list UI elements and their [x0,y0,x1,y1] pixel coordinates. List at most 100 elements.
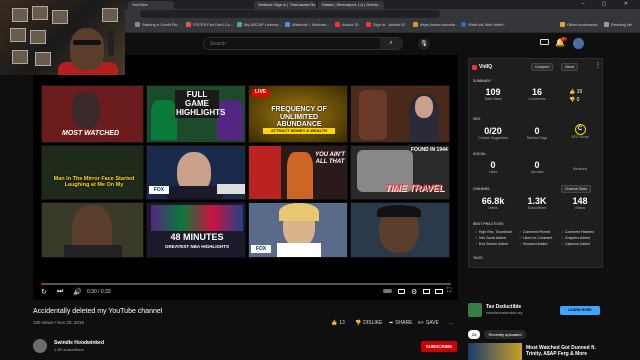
stat-likes: 👍 19 [569,89,583,95]
playlist-add-icon: ≡+ [418,320,424,326]
views-dropdown[interactable]: Views [561,63,579,71]
wall-frame [32,6,48,20]
section-label: BEST PRACTICES [473,222,504,226]
bookmark-item[interactable]: WebLink Web Interf... [461,22,506,27]
wall-frame [30,30,46,44]
microphone [108,30,114,56]
video-player[interactable]: MOST WATCHED FULL GAME HIGHLIGHTS LIVE F… [33,55,458,300]
wall-frame [52,10,68,24]
save-button[interactable]: ≡+ SAVE [418,320,439,326]
end-screen-thumbnail[interactable]: 48 MINUTES GREATEST NBA HIGHLIGHTS [146,202,246,258]
url-field[interactable] [140,10,440,18]
ad-card[interactable]: Tax Deductible swindlehoodwinked.org LEA… [468,300,603,320]
stat-ranked-tags: 0 Ranked Tags [526,126,548,140]
recommended-thumbnail[interactable] [468,343,522,360]
best-practice-item: ✓ Keyword Added [519,242,548,246]
browser-tab[interactable]: Webinar Sign in | Thomasina Ro... [254,1,316,9]
fullscreen-button[interactable]: ⛶ [447,288,451,295]
search-box: ⌕ [203,37,403,50]
bookmark-item[interactable]: Other bookmarks [560,22,598,27]
thumbnail-caption: 48 MINUTES [170,232,224,242]
thumbs-up-icon: 👍 [569,89,576,95]
create-video-button[interactable] [540,38,549,47]
bookmark-item[interactable]: FDCPA Fair Debt Co... [186,22,233,27]
search-input[interactable] [210,38,380,49]
next-button[interactable]: ⏭ [57,288,63,296]
chip-recently-uploaded[interactable]: Recently uploaded [484,330,526,339]
progress-bar[interactable] [41,283,451,285]
miniplayer-button[interactable] [423,289,430,296]
replay-button[interactable]: ↻ [41,288,47,296]
end-screen-thumbnail[interactable]: LIVE FREQUENCY OF UNLIMITED ABUNDANCE AT… [248,85,348,143]
captions-button[interactable] [398,289,405,296]
ad-thumbnail [468,303,482,317]
like-button[interactable]: 👍 13 [331,320,345,326]
gear-icon: ⚙ [411,289,418,296]
end-screen-thumbnail[interactable]: FOX [146,145,246,200]
stat-social-likes: 0 Likes [488,160,498,174]
voice-search-button[interactable]: 🎙 [418,38,430,50]
bookmark-item[interactable]: Webmail :: Welcom... [285,22,330,27]
more-actions-button[interactable]: ... [449,320,453,326]
best-practice-item: ✓ High Res. Thumbnail [475,230,512,234]
channel-avatar[interactable] [33,339,47,353]
more-icon: ... [449,320,454,326]
more-vertical-icon: ⋮ [595,63,601,69]
notifications-button[interactable]: 🔔 9+ [555,37,567,47]
settings-button[interactable]: ⚙ [411,288,417,296]
best-practice-item: ✓ Info Cards Added [475,236,506,240]
share-button[interactable]: ➦ SHARE [389,320,412,326]
stat-total-views: 109 Total Views [484,87,502,101]
bookmark-item[interactable]: Starting a Credit Re... [135,22,180,27]
miniplayer-icon [423,289,430,294]
video-camera-icon [540,39,549,45]
thumbnail-caption: TIME TRAVEL [385,183,445,193]
stat-channel-videos: 148 Videos [572,196,588,210]
bookmark-item[interactable]: My ASCAP License... [237,22,282,27]
thumbnail-caption: Man In The Mirror Face Started Laughing … [53,176,135,189]
search-button[interactable]: ⌕ [380,38,402,49]
subscribe-button[interactable]: SUBSCRIBE [421,341,457,352]
chip-all[interactable]: All [468,330,481,339]
channel-stats-button[interactable]: Channel Stats [561,185,591,193]
thumbnail-subcaption: GREATEST NBA HIGHLIGHTS [165,244,229,249]
end-screen-thumbnail[interactable] [41,202,144,258]
stat-comments: 16 Comments [528,87,546,101]
youtube-header: ⌕ 🎙 🔔 9+ [125,33,640,55]
compare-button[interactable]: Compare [531,63,554,71]
volume-button[interactable]: 🔊 [73,288,82,296]
bookmark-item[interactable]: Sign in - Adobe ID [366,22,405,27]
bookmark-item[interactable]: Reading list [604,22,632,27]
end-screen-thumbnail[interactable]: FOUND IN 1944 TIME TRAVEL [350,145,450,200]
best-practice-item: ✓ Chapters Added [561,236,591,240]
bookmark-item[interactable]: https://www.cfsonlin... [413,22,458,27]
bookmark-item[interactable]: Adobe ID [335,22,359,27]
end-screen-thumbnail[interactable] [350,85,450,143]
end-screen-thumbnail[interactable]: MOST WATCHED [41,85,144,143]
stat-seo-score: C SEO Score [571,124,589,139]
wall-frame [102,8,118,22]
end-screen-thumbnail[interactable]: FOX [248,202,348,258]
browser-tab[interactable]: Dallas | Shreveport, LA | Global... [318,1,384,9]
wall-frame [12,8,28,22]
end-screen-thumbnail[interactable]: YOU AIN'T ALL THAT [248,145,348,200]
browser-tab[interactable]: YouTube [128,1,174,9]
thumbs-down-icon: 👎 [355,320,362,326]
window-controls[interactable]: – ▢ ✕ [582,0,636,9]
end-screen-thumbnail[interactable] [350,202,450,258]
theater-button[interactable] [435,289,443,296]
autoplay-toggle[interactable] [383,289,392,295]
channel-name[interactable]: Swindle Hoodwinked [54,340,104,346]
section-label: CHANNEL [473,187,491,191]
dislike-button[interactable]: 👎 DISLIKE [355,320,382,326]
thumbnail-caption: FULL GAME HIGHLIGHTS [175,90,226,119]
end-screen-thumbnail[interactable]: FULL GAME HIGHLIGHTS [146,85,246,143]
person-face [70,28,104,70]
theater-icon [435,289,443,294]
search-icon: ⌕ [389,40,393,46]
vidiq-menu-button[interactable]: ⋮ [595,62,601,69]
learn-more-button[interactable]: LEARN MORE [560,306,600,315]
account-avatar[interactable] [573,38,584,49]
recommended-title[interactable]: Most Watched Got Dunned ft. Trinity, A$A… [526,345,606,358]
end-screen-thumbnail[interactable]: Man In The Mirror Face Started Laughing … [41,145,144,200]
